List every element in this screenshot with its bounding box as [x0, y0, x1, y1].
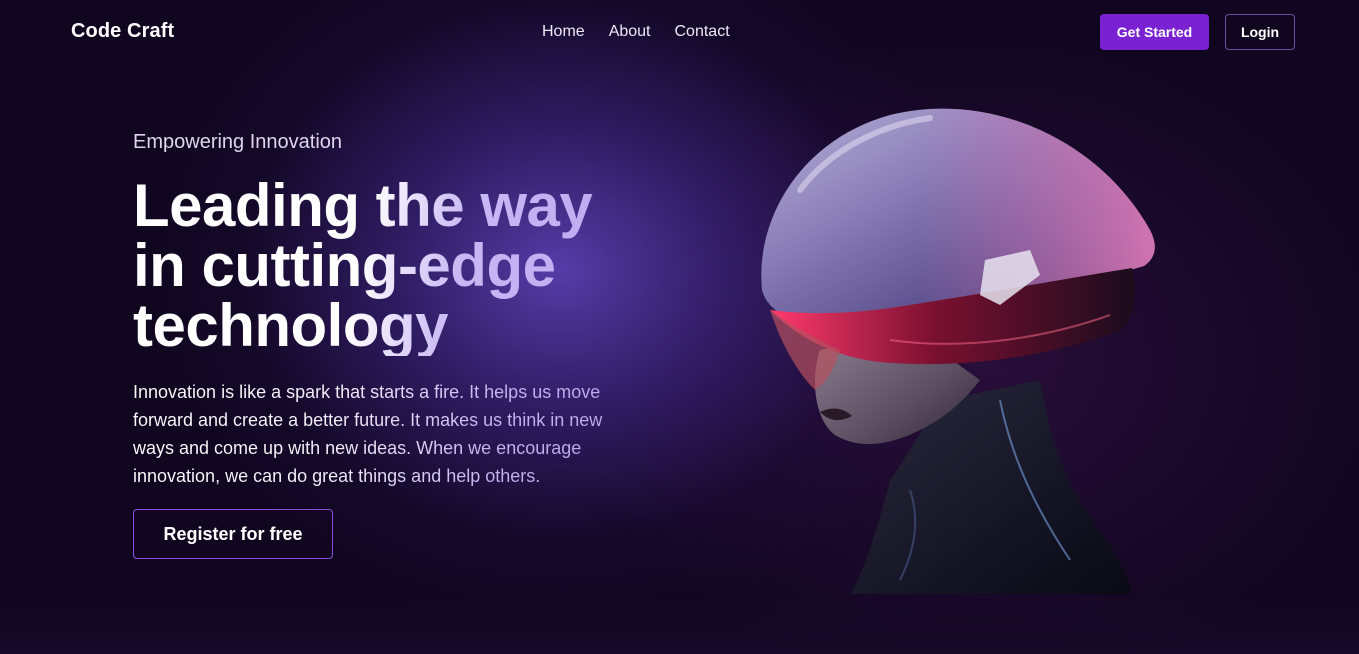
nav-link-about[interactable]: About: [609, 23, 651, 41]
hero-headline: Leading the way in cutting-edge technolo…: [133, 176, 673, 356]
login-button[interactable]: Login: [1225, 14, 1295, 50]
bottom-fade: [0, 594, 1359, 654]
nav-links: Home About Contact: [542, 23, 730, 41]
nav-link-contact[interactable]: Contact: [675, 23, 730, 41]
get-started-button[interactable]: Get Started: [1100, 14, 1209, 50]
hero-eyebrow: Empowering Innovation: [133, 131, 343, 153]
register-button[interactable]: Register for free: [133, 509, 333, 559]
hero-description: Innovation is like a spark that starts a…: [133, 378, 643, 490]
hero-image: [740, 100, 1180, 600]
top-navigation: Code Craft Home About Contact Get Starte…: [0, 0, 1359, 64]
headline-line-2: in cutting-edge: [133, 232, 556, 299]
brand-logo[interactable]: Code Craft: [71, 20, 174, 43]
headline-line-3: technology: [133, 292, 449, 359]
helmet-figure-illustration: [761, 108, 1155, 594]
nav-link-home[interactable]: Home: [542, 23, 585, 41]
headline-line-1: Leading the way: [133, 172, 593, 239]
